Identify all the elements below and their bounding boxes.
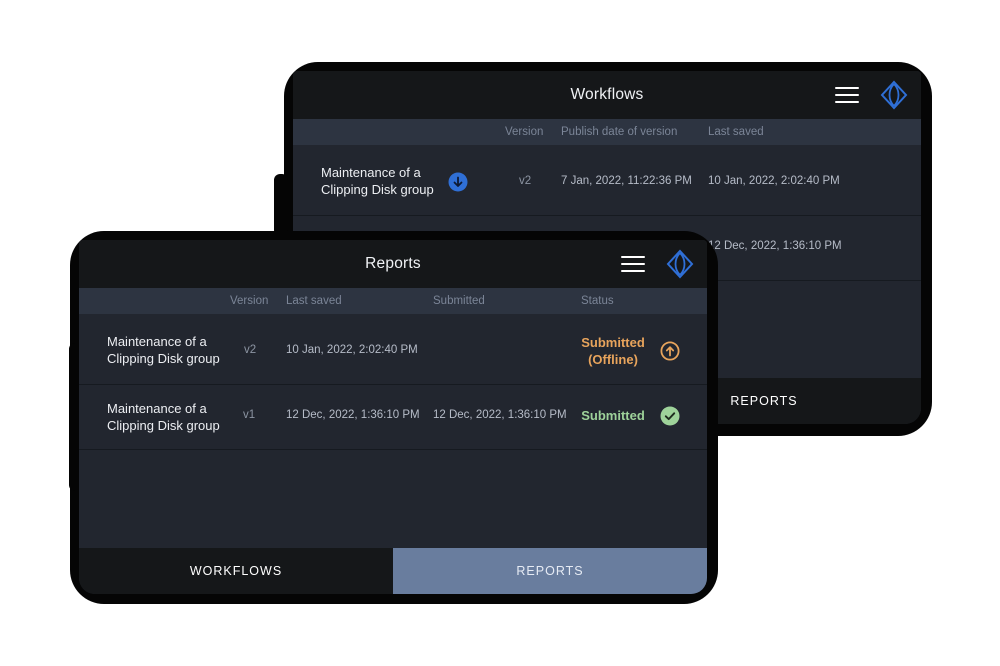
- report-last-saved: 12 Dec, 2022, 1:36:10 PM: [286, 409, 420, 421]
- report-version: v2: [244, 344, 257, 356]
- table-row[interactable]: Maintenance of a Clipping Disk group v2 …: [79, 314, 707, 385]
- status-subtext: (Offline): [588, 352, 638, 367]
- status-badge: Submitted: [571, 407, 655, 424]
- app-logo-icon: [880, 80, 908, 110]
- report-name: Maintenance of a Clipping Disk group: [107, 401, 220, 433]
- page-title: Workflows: [570, 86, 644, 103]
- report-version: v1: [243, 409, 256, 421]
- reports-screen: Reports Version Last saved Submitted Sta…: [79, 240, 707, 594]
- tab-reports[interactable]: REPORTS: [393, 548, 707, 594]
- workflow-version: v2: [519, 175, 532, 187]
- tablet-side-button: [274, 174, 288, 236]
- workflow-publish-date: 7 Jan, 2022, 11:22:36 PM: [561, 175, 692, 187]
- tab-workflows[interactable]: WORKFLOWS: [79, 548, 393, 594]
- download-icon[interactable]: [448, 172, 468, 192]
- reports-tab-bar: WORKFLOWS REPORTS: [79, 548, 707, 594]
- reports-header: Reports: [79, 240, 707, 288]
- page-title: Reports: [365, 255, 421, 272]
- table-header: Version Last saved Submitted Status: [79, 288, 707, 314]
- table-row[interactable]: Maintenance of a Clipping Disk group v2 …: [293, 145, 921, 216]
- status-text: Submitted: [581, 408, 645, 423]
- status-text: Submitted: [581, 335, 645, 350]
- column-header-last-saved: Last saved: [708, 126, 764, 138]
- upload-icon[interactable]: [660, 341, 680, 361]
- app-logo-icon: [666, 249, 694, 279]
- column-header-submitted: Submitted: [433, 295, 485, 307]
- reports-tablet: Reports Version Last saved Submitted Sta…: [69, 231, 718, 604]
- report-last-saved: 10 Jan, 2022, 2:02:40 PM: [286, 344, 418, 356]
- report-submitted: 12 Dec, 2022, 1:36:10 PM: [433, 409, 567, 421]
- workflows-header: Workflows: [293, 71, 921, 119]
- column-header-version: Version: [505, 126, 544, 138]
- column-header-last-saved: Last saved: [286, 295, 342, 307]
- workflow-last-saved: 10 Jan, 2022, 2:02:40 PM: [708, 175, 840, 187]
- menu-icon[interactable]: [621, 256, 645, 274]
- column-header-publish-date: Publish date of version: [561, 126, 678, 138]
- check-circle-icon: [660, 406, 680, 426]
- table-row[interactable]: Maintenance of a Clipping Disk group v1 …: [79, 386, 707, 450]
- report-name: Maintenance of a Clipping Disk group: [107, 334, 220, 366]
- workflow-name: Maintenance of a Clipping Disk group: [321, 165, 434, 197]
- status-badge: Submitted (Offline): [571, 334, 655, 368]
- workflow-last-saved: 12 Dec, 2022, 1:36:10 PM: [708, 240, 842, 252]
- column-header-status: Status: [581, 295, 614, 307]
- table-header: Version Publish date of version Last sav…: [293, 119, 921, 145]
- menu-icon[interactable]: [835, 87, 859, 105]
- column-header-version: Version: [230, 295, 269, 307]
